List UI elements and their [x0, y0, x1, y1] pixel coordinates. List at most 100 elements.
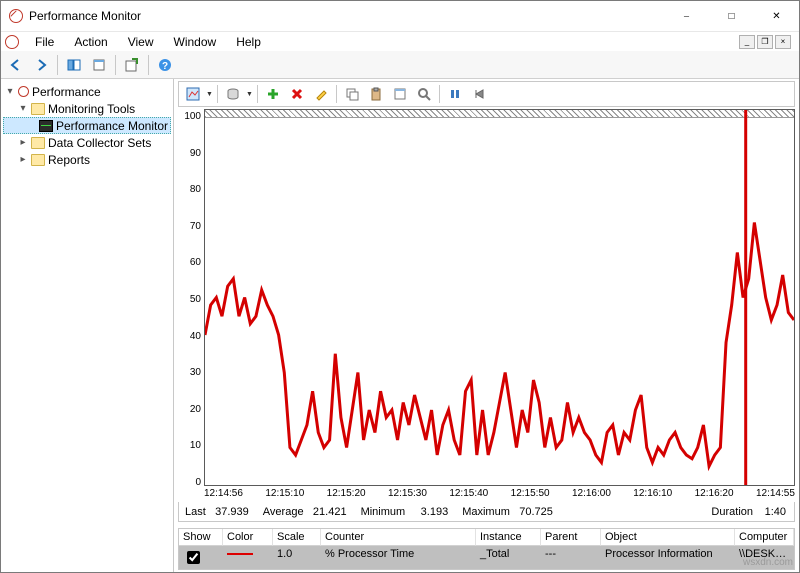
cell-object: Processor Information: [601, 546, 735, 569]
collapse-icon[interactable]: ▾: [18, 103, 28, 114]
y-tick: 20: [190, 404, 201, 415]
col-color[interactable]: Color: [223, 529, 273, 546]
y-tick: 90: [190, 148, 201, 159]
x-tick: 12:14:55: [756, 488, 795, 502]
forward-button[interactable]: [30, 54, 52, 76]
performance-icon: [18, 86, 29, 97]
folder-icon: [31, 137, 45, 149]
show-checkbox[interactable]: [187, 551, 200, 564]
cell-color: [223, 546, 273, 569]
x-tick: 12:16:20: [695, 488, 734, 502]
view-log-data-button[interactable]: [222, 84, 244, 104]
window-controls: – □ ✕: [664, 1, 799, 31]
expand-icon[interactable]: ▸: [18, 137, 28, 148]
stat-last-value: 37.939: [207, 506, 257, 518]
x-tick: 12:14:56: [204, 488, 243, 502]
col-instance[interactable]: Instance: [476, 529, 541, 546]
folder-icon: [31, 154, 45, 166]
monitor-icon: [39, 120, 53, 132]
stat-avg-label: Average: [257, 506, 305, 518]
stat-last-label: Last: [179, 506, 207, 518]
tree-node-performance[interactable]: ▾ Performance: [3, 83, 171, 100]
paste-counter-list-button[interactable]: [365, 84, 387, 104]
separator: [336, 85, 337, 103]
show-hide-console-tree-button[interactable]: [63, 54, 85, 76]
cell-counter: % Processor Time: [321, 546, 476, 569]
tree-node-reports[interactable]: ▸ Reports: [3, 151, 171, 168]
tree-node-performance-monitor[interactable]: Performance Monitor: [3, 117, 171, 134]
menubar-app-icon: [5, 35, 19, 49]
col-parent[interactable]: Parent: [541, 529, 601, 546]
x-tick: 12:15:50: [511, 488, 550, 502]
properties-button[interactable]: [88, 54, 110, 76]
chart-area: 100 90 80 70 60 50 40 30 20 10 0: [178, 109, 795, 502]
cell-show[interactable]: [179, 546, 223, 569]
window-title: Performance Monitor: [29, 9, 141, 23]
separator: [57, 55, 58, 75]
app-icon: [9, 9, 23, 23]
y-tick: 30: [190, 367, 201, 378]
expand-icon[interactable]: ▸: [18, 154, 28, 165]
counter-table: Show Color Scale Counter Instance Parent…: [178, 528, 795, 570]
menubar-right: _ ❐ ×: [739, 35, 795, 49]
tree-node-monitoring-tools[interactable]: ▾ Monitoring Tools: [3, 100, 171, 117]
x-tick: 12:15:10: [265, 488, 304, 502]
col-counter[interactable]: Counter: [321, 529, 476, 546]
help-button[interactable]: ?: [154, 54, 176, 76]
back-button[interactable]: [5, 54, 27, 76]
watermark: wsxdn.com: [743, 557, 793, 568]
dropdown-caret-icon[interactable]: ▼: [246, 91, 253, 98]
col-object[interactable]: Object: [601, 529, 735, 546]
copy-properties-button[interactable]: [341, 84, 363, 104]
dropdown-caret-icon[interactable]: ▼: [206, 91, 213, 98]
zoom-button[interactable]: [413, 84, 435, 104]
add-counter-button[interactable]: [262, 84, 284, 104]
plot[interactable]: [204, 109, 795, 486]
freeze-display-button[interactable]: [444, 84, 466, 104]
delete-counter-button[interactable]: [286, 84, 308, 104]
menubar-left: File Action View Window Help: [5, 33, 269, 51]
minimize-button[interactable]: –: [664, 1, 709, 31]
mdi-minimize-button[interactable]: _: [739, 35, 755, 49]
menubar: File Action View Window Help _ ❐ ×: [1, 31, 799, 51]
menu-action[interactable]: Action: [66, 33, 115, 51]
mdi-close-button[interactable]: ×: [775, 35, 791, 49]
tree-node-data-collector-sets[interactable]: ▸ Data Collector Sets: [3, 134, 171, 151]
menu-help[interactable]: Help: [228, 33, 269, 51]
highlight-button[interactable]: [310, 84, 332, 104]
stat-max-label: Maximum: [456, 506, 511, 518]
maximize-button[interactable]: □: [709, 1, 754, 31]
cell-scale: 1.0: [273, 546, 321, 569]
menu-view[interactable]: View: [120, 33, 162, 51]
x-tick: 12:15:20: [327, 488, 366, 502]
titlebar-left: Performance Monitor: [9, 9, 141, 23]
stat-dur-value: 1:40: [754, 506, 794, 518]
close-button[interactable]: ✕: [754, 1, 799, 31]
col-scale[interactable]: Scale: [273, 529, 321, 546]
menu-file[interactable]: File: [27, 33, 62, 51]
y-tick: 100: [184, 111, 201, 122]
body: ▾ Performance ▾ Monitoring Tools Perform…: [1, 79, 799, 572]
stat-min-label: Minimum: [355, 506, 407, 518]
separator: [115, 55, 116, 75]
x-tick: 12:15:40: [449, 488, 488, 502]
y-tick: 80: [190, 184, 201, 195]
mdi-restore-button[interactable]: ❐: [757, 35, 773, 49]
menu-window[interactable]: Window: [166, 33, 225, 51]
collapse-icon[interactable]: ▾: [5, 86, 15, 97]
stats-row: Last 37.939 Average 21.421 Minimum 3.193…: [178, 502, 795, 522]
plot-svg: [205, 110, 794, 485]
tree-label: Performance: [32, 85, 101, 99]
separator: [148, 55, 149, 75]
counter-row[interactable]: 1.0 % Processor Time _Total --- Processo…: [179, 546, 794, 569]
update-data-button[interactable]: [468, 84, 490, 104]
x-tick: 12:16:00: [572, 488, 611, 502]
col-computer[interactable]: Computer: [735, 529, 794, 546]
export-list-button[interactable]: [121, 54, 143, 76]
chart-properties-button[interactable]: [389, 84, 411, 104]
cell-parent: ---: [541, 546, 601, 569]
tree-pane[interactable]: ▾ Performance ▾ Monitoring Tools Perform…: [1, 79, 174, 572]
view-current-activity-button[interactable]: [182, 84, 204, 104]
y-tick: 40: [190, 331, 201, 342]
col-show[interactable]: Show: [179, 529, 223, 546]
